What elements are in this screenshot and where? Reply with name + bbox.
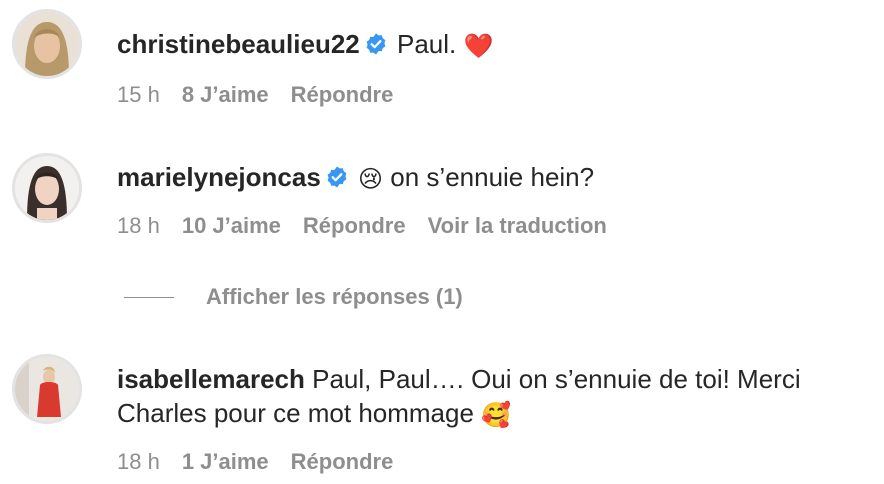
- reply-button[interactable]: Répondre: [291, 81, 394, 109]
- comment-text-line-1: Paul, Paul…. Oui on s’ennuie de toi! Mer…: [312, 364, 801, 394]
- heart-emoji-icon: ❤️: [463, 33, 494, 60]
- crying-face-emoji-icon: 😢: [358, 166, 384, 193]
- likes-count[interactable]: 8 J’aime: [182, 81, 269, 109]
- view-replies-button[interactable]: Afficher les réponses (1): [124, 283, 463, 311]
- smiling-hearts-emoji-icon: 🥰: [481, 402, 512, 429]
- comment-time[interactable]: 18 h: [117, 448, 160, 476]
- reply-button[interactable]: Répondre: [291, 448, 394, 476]
- see-translation-button[interactable]: Voir la traduction: [428, 212, 607, 240]
- avatar-photo: [15, 156, 79, 220]
- avatar[interactable]: [12, 354, 82, 424]
- view-replies-label[interactable]: Afficher les réponses (1): [206, 284, 463, 310]
- reply-button[interactable]: Répondre: [303, 212, 406, 240]
- likes-count[interactable]: 10 J’aime: [182, 212, 281, 240]
- username[interactable]: marielynejoncas: [117, 162, 321, 192]
- avatar-photo: [15, 357, 79, 421]
- comment-time[interactable]: 15 h: [117, 81, 160, 109]
- comment-time[interactable]: 18 h: [117, 212, 160, 240]
- verified-badge-icon: [364, 29, 388, 65]
- avatar[interactable]: [12, 9, 82, 79]
- comment-text: on s’ennuie hein?: [383, 162, 595, 192]
- replies-divider: [124, 296, 174, 298]
- verified-badge-icon: [325, 162, 349, 198]
- comment-text: Paul.: [397, 29, 464, 59]
- avatar-photo: [15, 12, 79, 76]
- likes-count[interactable]: 1 J’aime: [182, 448, 269, 476]
- avatar[interactable]: [12, 153, 82, 223]
- comment-text-line-2: Charles pour ce mot hommage: [117, 398, 482, 428]
- username[interactable]: isabellemarech: [117, 364, 305, 394]
- username[interactable]: christinebeaulieu22: [117, 29, 360, 59]
